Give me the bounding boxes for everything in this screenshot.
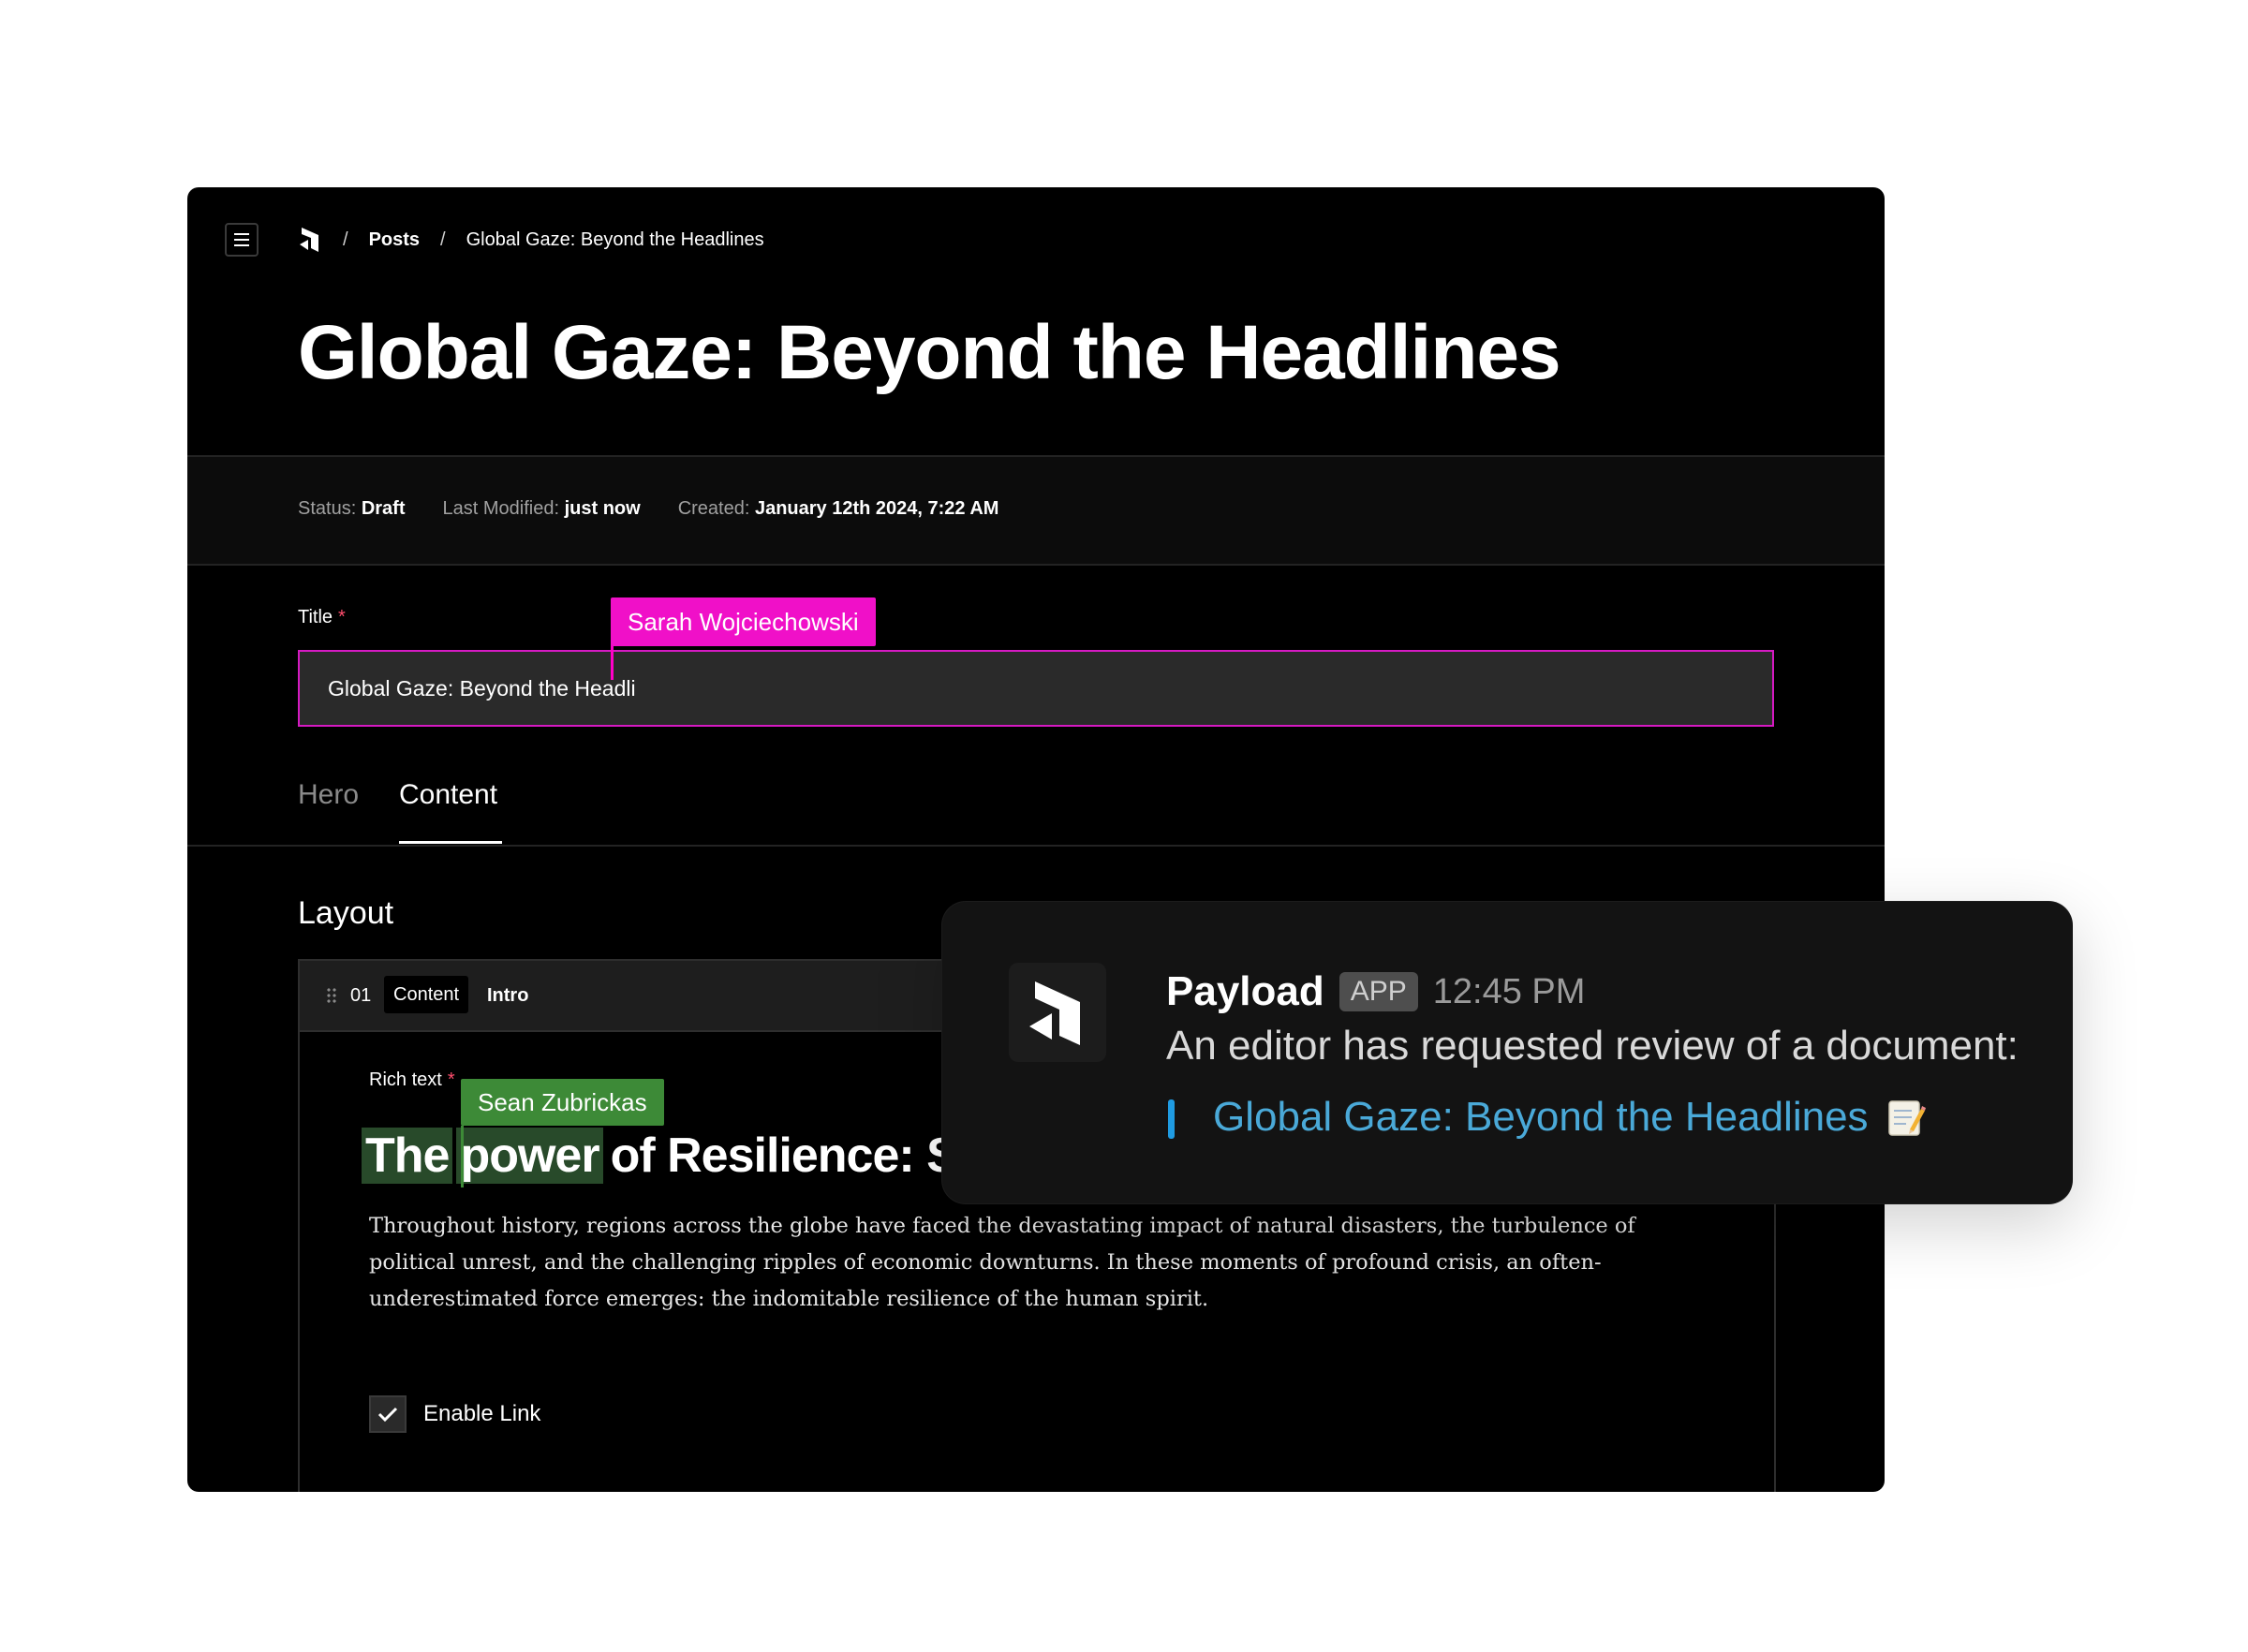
collaborator-tag-sarah: Sarah Wojciechowski: [611, 597, 876, 646]
link-accent-bar: [1168, 1099, 1175, 1139]
breadcrumb-current: Global Gaze: Beyond the Headlines: [466, 229, 764, 250]
rich-text-heading[interactable]: The power of Resilience: Sto: [362, 1128, 1003, 1184]
review-notification[interactable]: Payload APP 12:45 PM An editor has reque…: [941, 901, 2073, 1204]
payload-app-logo-icon: [1009, 963, 1106, 1062]
title-input-value: Global Gaze: Beyond the Headli: [328, 676, 636, 701]
document-meta-bar: Status: Draft Last Modified: just now Cr…: [187, 455, 1885, 566]
notification-app-name: Payload: [1166, 968, 1324, 1014]
created-value: January 12th 2024, 7:22 AM: [754, 498, 999, 519]
active-tab-indicator: [399, 841, 502, 844]
memo-icon: [1888, 1100, 1926, 1136]
notification-message: An editor has requested review of a docu…: [1166, 1023, 2019, 1069]
block-type-pill: Content: [384, 976, 469, 1013]
admin-panel: / Posts / Global Gaze: Beyond the Headli…: [187, 187, 1885, 1492]
title-input[interactable]: Global Gaze: Beyond the Headli: [298, 650, 1774, 727]
app-badge: APP: [1338, 972, 1418, 1011]
tab-content[interactable]: Content: [399, 779, 497, 811]
last-modified-meta: Last Modified: just now: [443, 498, 641, 520]
notification-header: Payload APP 12:45 PM: [1166, 968, 1585, 1015]
rich-text-paragraph[interactable]: Throughout history, regions across the g…: [369, 1208, 1680, 1318]
status-meta: Status: Draft: [298, 498, 406, 520]
breadcrumb: / Posts / Global Gaze: Beyond the Headli…: [298, 225, 764, 255]
title-field-label: Title *: [298, 607, 346, 628]
breadcrumb-separator: /: [440, 229, 446, 250]
enable-link-label: Enable Link: [423, 1401, 541, 1426]
created-label: Created:: [677, 498, 750, 519]
breadcrumb-separator: /: [343, 229, 348, 250]
drag-handle-icon[interactable]: [326, 987, 337, 1004]
page-title: Global Gaze: Beyond the Headlines: [298, 310, 1561, 395]
block-name: Intro: [487, 985, 529, 1006]
last-modified-value: just now: [564, 498, 641, 519]
status-label: Status:: [298, 498, 357, 519]
breadcrumb-posts-link[interactable]: Posts: [369, 229, 420, 251]
required-mark: *: [338, 607, 346, 627]
layout-label: Layout: [298, 895, 394, 931]
rich-text-label: Rich text *: [369, 1069, 455, 1091]
enable-link-checkbox[interactable]: [369, 1395, 407, 1433]
collaborator-tag-sean: Sean Zubrickas: [461, 1079, 664, 1126]
collaborator-caret-sean: [461, 1126, 464, 1187]
created-meta: Created: January 12th 2024, 7:22 AM: [678, 498, 999, 520]
notification-time: 12:45 PM: [1432, 971, 1586, 1011]
rich-text-label-text: Rich text: [369, 1069, 442, 1090]
check-icon: [377, 1407, 398, 1423]
highlighted-word-the: The: [362, 1128, 453, 1184]
highlighted-word-power: power: [456, 1128, 603, 1184]
hamburger-icon[interactable]: [225, 223, 259, 257]
tab-hero[interactable]: Hero: [298, 779, 359, 811]
tab-divider: [187, 845, 1885, 847]
payload-logo-icon[interactable]: [298, 226, 322, 254]
title-label-text: Title: [298, 607, 333, 627]
status-value: Draft: [361, 498, 406, 519]
required-mark: *: [447, 1069, 455, 1090]
block-index: 01: [350, 985, 372, 1006]
notification-document-link[interactable]: Global Gaze: Beyond the Headlines: [1213, 1094, 1869, 1141]
last-modified-label: Last Modified:: [442, 498, 560, 519]
